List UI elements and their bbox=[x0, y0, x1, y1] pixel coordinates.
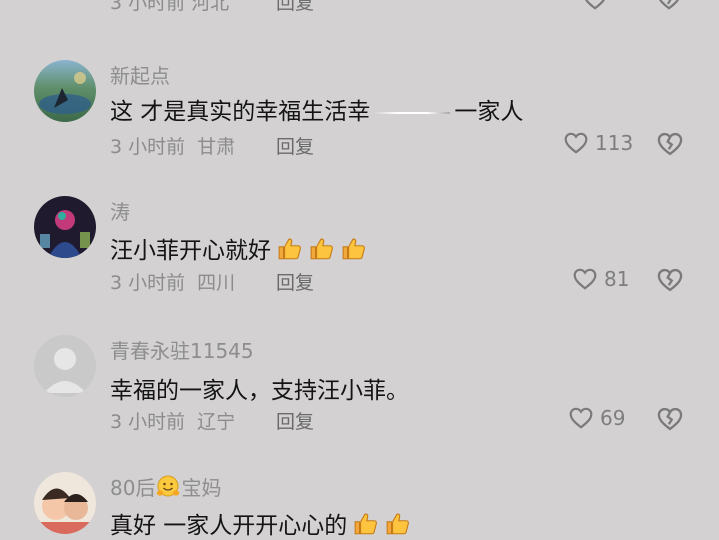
reply-button[interactable]: 回复 bbox=[276, 268, 314, 295]
broken-heart-icon[interactable] bbox=[656, 130, 684, 158]
username[interactable]: 新起点 bbox=[110, 60, 170, 89]
thumbs-up-emoji bbox=[353, 511, 379, 537]
username[interactable]: 涛 bbox=[110, 196, 130, 225]
broken-heart-icon[interactable] bbox=[656, 405, 684, 433]
thumbs-up-emoji bbox=[385, 511, 411, 537]
heart-outline-icon[interactable] bbox=[582, 0, 608, 12]
like-count: 81 bbox=[604, 267, 630, 291]
avatar[interactable] bbox=[34, 196, 96, 258]
previous-comment-footer: 3 小时前 河北 回复 bbox=[0, 0, 719, 26]
like-count: 69 bbox=[600, 406, 626, 430]
like-button[interactable]: 81 bbox=[572, 266, 629, 292]
broken-heart-icon[interactable] bbox=[656, 266, 684, 294]
reply-button[interactable]: 回复 bbox=[276, 407, 314, 434]
like-count: 113 bbox=[595, 131, 634, 155]
hugging-face-emoji bbox=[157, 475, 180, 497]
comment-text: 幸福的一家人，支持汪小菲。 bbox=[110, 378, 409, 404]
redaction-stroke bbox=[374, 111, 451, 114]
comment-text: 这 才是真实的幸福生活幸 一家人 bbox=[110, 99, 524, 125]
comment-text: 真好 一家人开开心心的 bbox=[110, 506, 411, 540]
reply-button[interactable]: 回复 bbox=[276, 0, 314, 15]
heart-outline-icon bbox=[563, 130, 589, 156]
like-button[interactable]: 113 bbox=[563, 130, 633, 156]
comment-meta: 3 小时前 河北 bbox=[110, 0, 230, 14]
avatar[interactable] bbox=[34, 60, 96, 122]
heart-outline-icon bbox=[572, 266, 598, 292]
thumbs-up-emoji bbox=[277, 236, 303, 262]
like-button[interactable]: 69 bbox=[568, 405, 625, 431]
broken-heart-icon[interactable] bbox=[656, 0, 682, 12]
comment-text: 汪小菲开心就好 bbox=[110, 231, 367, 265]
comment-meta: 3 小时前 甘肃 bbox=[110, 136, 236, 158]
comment-meta: 3 小时前 辽宁 bbox=[110, 411, 236, 433]
heart-outline-icon bbox=[568, 405, 594, 431]
username[interactable]: 80后 宝妈 bbox=[110, 472, 221, 501]
avatar[interactable] bbox=[34, 335, 96, 397]
thumbs-up-emoji bbox=[309, 236, 335, 262]
reply-button[interactable]: 回复 bbox=[276, 132, 314, 159]
username[interactable]: 青春永驻11545 bbox=[110, 335, 254, 364]
avatar[interactable] bbox=[34, 472, 96, 534]
thumbs-up-emoji bbox=[341, 236, 367, 262]
comment-meta: 3 小时前 四川 bbox=[110, 272, 236, 294]
